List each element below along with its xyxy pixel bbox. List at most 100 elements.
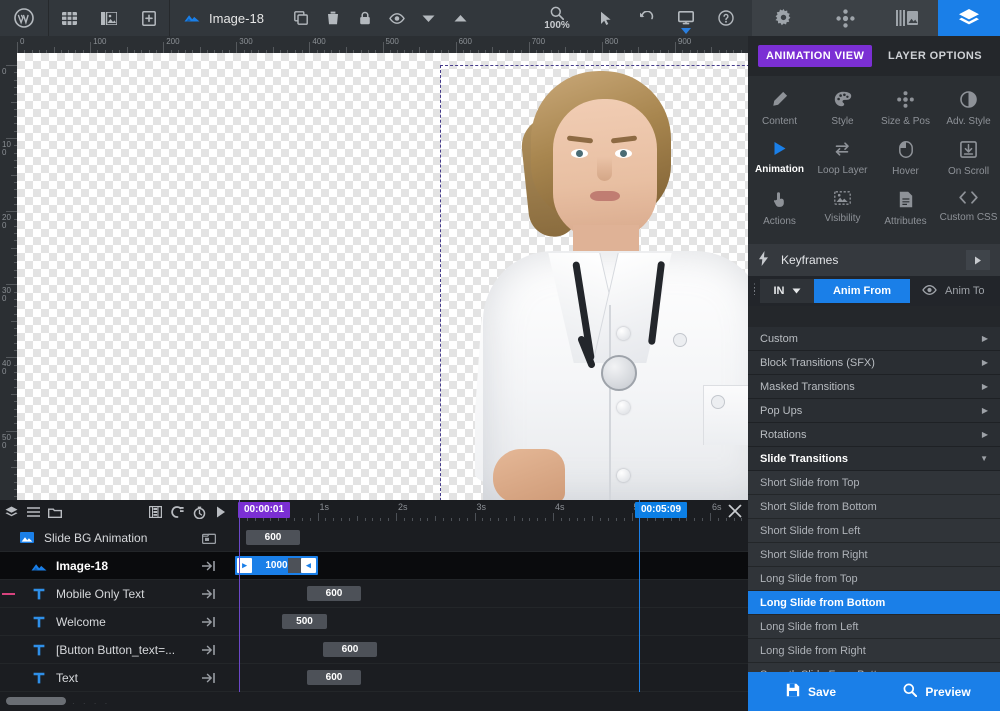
visibility-icon[interactable] — [382, 0, 412, 36]
add-slide-icon[interactable] — [129, 0, 169, 36]
close-icon[interactable] — [728, 504, 744, 520]
settings-panel-button[interactable] — [752, 0, 814, 36]
timeline-row[interactable]: Slide BG Animation 600 — [0, 524, 748, 552]
anim-to-group[interactable]: Anim To — [910, 284, 985, 298]
monitor-icon[interactable] — [666, 0, 706, 36]
list-view-icon[interactable] — [22, 500, 44, 524]
option-tab-adv-style[interactable]: Adv. Style — [937, 84, 1000, 134]
timeline-scrollbar[interactable]: · · · · — [0, 692, 748, 711]
timeline-row[interactable]: Text 600 — [0, 664, 748, 692]
preset-item[interactable]: Short Slide from Left — [748, 519, 1000, 543]
undo-icon[interactable] — [626, 0, 666, 36]
layers-toggle-icon[interactable] — [0, 500, 22, 524]
end-arrow-icon[interactable] — [202, 580, 216, 607]
clip-handle-right[interactable]: ◂ — [301, 558, 316, 573]
slide-canvas[interactable] — [17, 53, 748, 500]
layer-track[interactable]: 600 — [232, 636, 748, 663]
layers-panel-button[interactable] — [938, 0, 1000, 36]
layer-row-name[interactable]: Mobile Only Text — [0, 580, 232, 607]
slides-panel-button[interactable] — [876, 0, 938, 36]
option-tab-content[interactable]: Content — [748, 84, 811, 134]
preset-group-pop-ups[interactable]: Pop Ups ▶ — [748, 399, 1000, 423]
layer-row-name[interactable]: [Button Button_text=... — [0, 636, 232, 663]
preset-group-custom[interactable]: Custom ▶ — [748, 327, 1000, 351]
layer-row-name[interactable]: Text — [0, 664, 232, 691]
animation-clip[interactable]: 600 — [323, 642, 377, 657]
zoom-control[interactable]: 100% — [528, 0, 586, 36]
option-tab-custom-css[interactable]: Custom CSS — [937, 184, 1000, 234]
end-timecode[interactable]: 00:05:09 — [635, 502, 688, 518]
layer-row-name[interactable]: Image-18 — [0, 552, 232, 579]
direction-select[interactable]: IN — [760, 279, 814, 303]
play-icon[interactable] — [210, 500, 232, 524]
layer-track[interactable]: 500 — [232, 608, 748, 635]
move-down-icon[interactable] — [414, 0, 444, 36]
grid-icon[interactable] — [49, 0, 89, 36]
animation-presets-list[interactable]: Custom ▶ Block Transitions (SFX) ▶ Masked Tr… — [748, 327, 1000, 676]
play-right-icon[interactable] — [966, 250, 990, 270]
option-tab-style[interactable]: Style — [811, 84, 874, 134]
preset-item[interactable]: Short Slide from Bottom — [748, 495, 1000, 519]
loop-icon[interactable] — [166, 500, 188, 524]
timeline-row[interactable]: Image-18 ▸ ◂ 1000 — [0, 552, 748, 580]
animation-clip[interactable]: 600 — [307, 586, 361, 601]
scrollbar-thumb[interactable] — [6, 697, 66, 705]
lock-icon[interactable] — [350, 0, 380, 36]
help-icon[interactable] — [706, 0, 746, 36]
preset-item[interactable]: Long Slide from Left — [748, 615, 1000, 639]
timeline-row[interactable]: [Button Button_text=... 600 — [0, 636, 748, 664]
preset-item[interactable]: Short Slide from Right — [748, 543, 1000, 567]
preset-item[interactable]: Short Slide from Top — [748, 471, 1000, 495]
preview-button[interactable]: Preview — [874, 672, 1000, 711]
folder-stack-icon[interactable] — [202, 524, 216, 551]
navigation-panel-button[interactable] — [814, 0, 876, 36]
end-arrow-icon[interactable] — [202, 552, 216, 579]
preset-item[interactable]: Long Slide from Top — [748, 567, 1000, 591]
preset-group-rotations[interactable]: Rotations ▶ — [748, 423, 1000, 447]
preset-group-block-transitions-sfx[interactable]: Block Transitions (SFX) ▶ — [748, 351, 1000, 375]
tab-layer-options[interactable]: LAYER OPTIONS — [880, 45, 990, 67]
layer-row-name[interactable]: Slide BG Animation — [0, 524, 232, 551]
end-arrow-icon[interactable] — [202, 636, 216, 663]
slides-icon[interactable] — [89, 0, 129, 36]
option-tab-animation[interactable]: Animation — [748, 134, 811, 184]
option-tab-on-scroll[interactable]: On Scroll — [937, 134, 1000, 184]
animation-clip[interactable]: 500 — [282, 614, 327, 629]
layer-track[interactable]: ▸ ◂ 1000 — [232, 552, 748, 579]
end-arrow-icon[interactable] — [202, 608, 216, 635]
preset-item[interactable]: Long Slide from Bottom — [748, 591, 1000, 615]
save-button[interactable]: Save — [748, 672, 874, 711]
cursor-icon[interactable] — [586, 0, 626, 36]
anim-from-button[interactable]: Anim From — [814, 279, 910, 303]
tab-animation-view[interactable]: ANIMATION VIEW — [758, 45, 873, 67]
grid-snap-icon[interactable] — [144, 500, 166, 524]
timeline-row[interactable]: Mobile Only Text 600 — [0, 580, 748, 608]
folder-icon[interactable] — [44, 500, 66, 524]
preset-group-slide-transitions[interactable]: Slide Transitions ▼ — [748, 447, 1000, 471]
eye-icon[interactable] — [922, 284, 937, 298]
preset-group-masked-transitions[interactable]: Masked Transitions ▶ — [748, 375, 1000, 399]
option-tab-visibility[interactable]: Visibility — [811, 184, 874, 234]
animation-clip[interactable]: 600 — [307, 670, 361, 685]
current-timecode[interactable]: 00:00:01 — [238, 502, 291, 518]
option-tab-loop-layer[interactable]: Loop Layer — [811, 134, 874, 184]
wordpress-icon[interactable] — [0, 0, 48, 36]
option-tab-actions[interactable]: Actions — [748, 184, 811, 234]
delete-icon[interactable] — [318, 0, 348, 36]
timer-icon[interactable] — [188, 500, 210, 524]
animation-clip[interactable]: 600 — [246, 530, 300, 545]
option-tab-size-pos[interactable]: Size & Pos — [874, 84, 937, 134]
end-arrow-icon[interactable] — [202, 664, 216, 691]
drag-grip-icon[interactable]: ⋮ ⋮ — [750, 283, 759, 296]
layer-selection-box[interactable] — [440, 65, 748, 500]
timeline-row[interactable]: Welcome 500 — [0, 608, 748, 636]
duplicate-icon[interactable] — [286, 0, 316, 36]
preset-item[interactable]: Long Slide from Right — [748, 639, 1000, 663]
layer-track[interactable]: 600 — [232, 524, 748, 551]
move-up-icon[interactable] — [446, 0, 476, 36]
layer-track[interactable]: 600 — [232, 664, 748, 691]
option-tab-attributes[interactable]: Attributes — [874, 184, 937, 234]
layer-row-name[interactable]: Welcome — [0, 608, 232, 635]
option-tab-hover[interactable]: Hover — [874, 134, 937, 184]
playhead[interactable] — [239, 500, 240, 692]
